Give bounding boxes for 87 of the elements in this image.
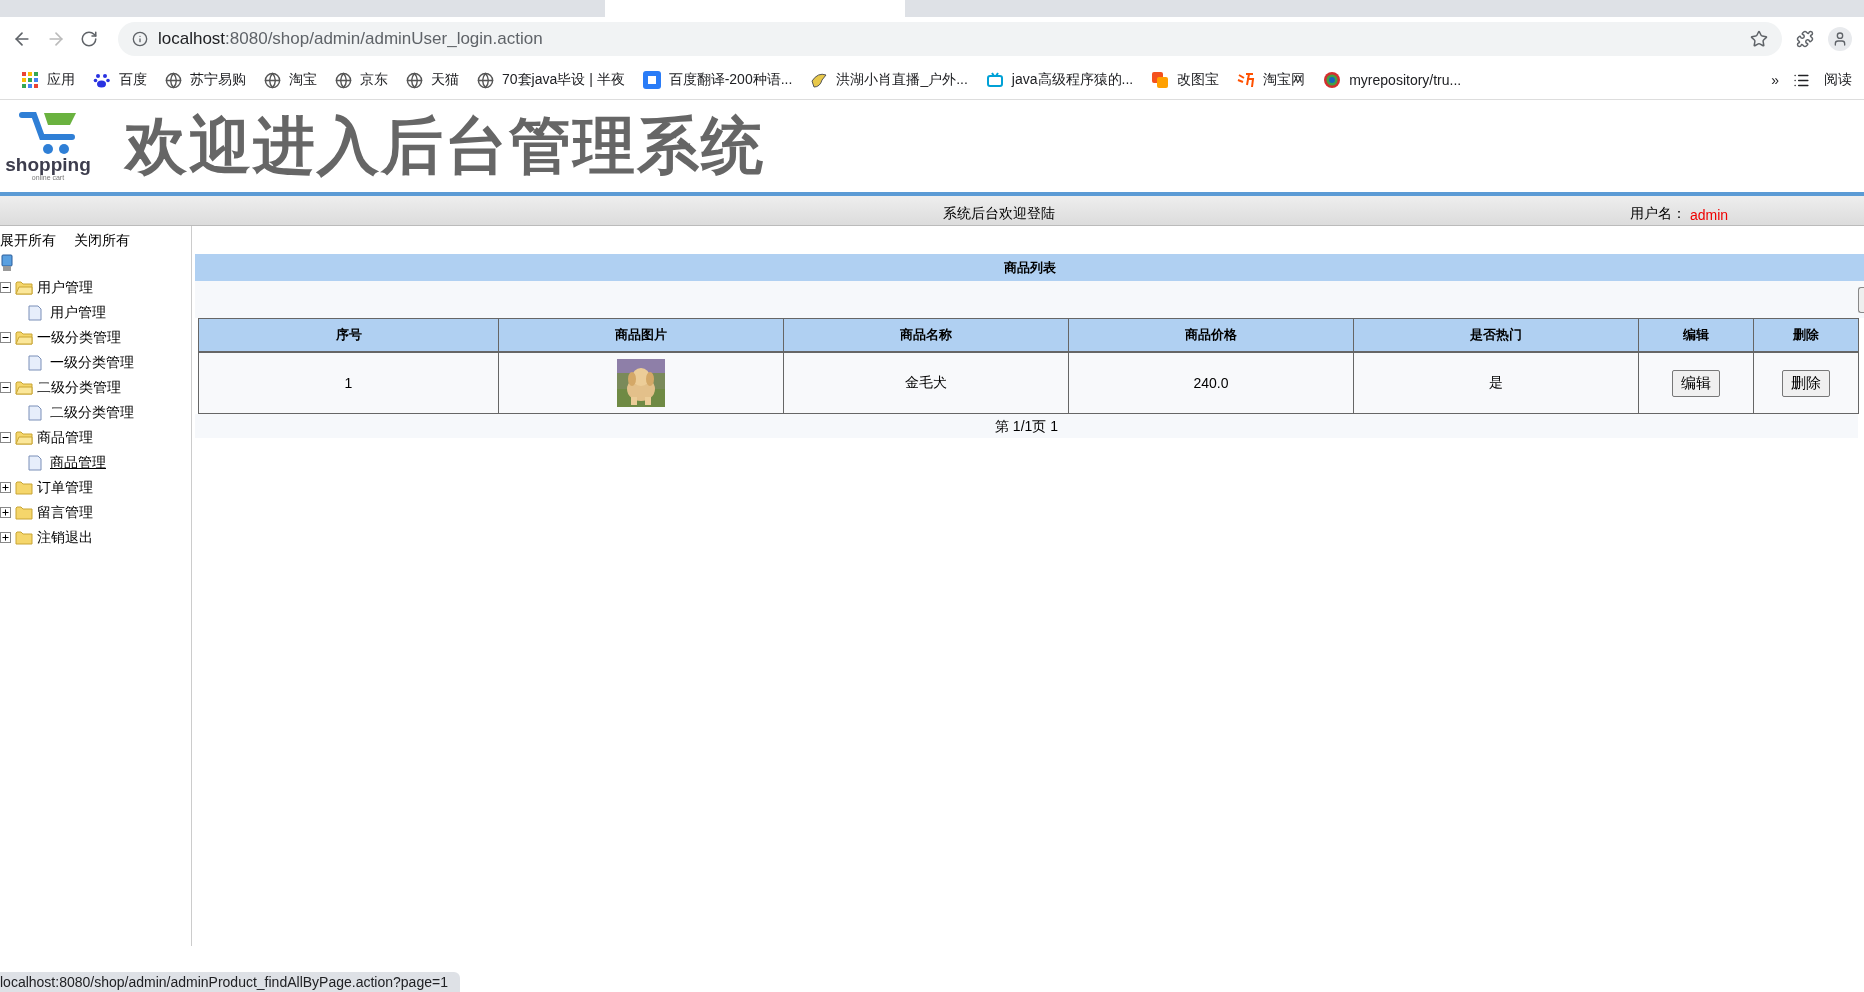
page-icon (28, 454, 42, 471)
collapse-icon[interactable] (0, 432, 11, 443)
bookmark-link[interactable]: 70套java毕设 | 半夜 (468, 71, 634, 89)
extensions-icon[interactable] (1796, 30, 1814, 48)
expand-icon[interactable] (0, 532, 11, 543)
tree-item[interactable]: 二级分类管理 (50, 403, 134, 422)
ring-icon (1323, 71, 1342, 89)
bookmark-link[interactable]: 苏宁易购 (156, 71, 255, 89)
reload-icon[interactable] (80, 30, 98, 48)
folder-icon (15, 505, 33, 520)
page-info: 第 1/1页 (994, 418, 1047, 434)
tree-folder[interactable]: 注销退出 (37, 528, 93, 547)
globe-icon (477, 71, 494, 89)
page-icon (28, 304, 42, 321)
open-folder-icon (15, 430, 33, 445)
tree-folder[interactable]: 留言管理 (37, 503, 93, 522)
edit-button[interactable]: 编辑 (1672, 369, 1720, 397)
expand-icon[interactable] (0, 482, 11, 493)
bookmark-link[interactable]: 洪湖小肖直播_户外... (801, 71, 977, 89)
bookmark-link[interactable]: 淘宝 (255, 71, 326, 89)
table-cell: 是 (1353, 352, 1639, 414)
status-url: localhost:8080/shop/admin/adminProduct_findAllByPage.action?page=1 (0, 972, 460, 992)
bookmark-link[interactable]: myrepository/tru... (1314, 71, 1471, 89)
table-cell: 240.0 (1068, 352, 1354, 414)
tree-item[interactable]: 商品管理 (50, 453, 106, 472)
bookmark-link[interactable]: 百度 (84, 71, 156, 89)
column-header: 商品价格 (1068, 318, 1354, 352)
folder-icon (15, 530, 33, 545)
more-bookmarks[interactable]: » (1771, 72, 1779, 88)
tree-item[interactable]: 一级分类管理 (50, 353, 134, 372)
cart-logo-icon (18, 111, 78, 155)
collapse-icon[interactable] (0, 282, 11, 293)
computer-icon (0, 253, 14, 272)
apps-grid-icon (21, 71, 39, 89)
column-header: 序号 (198, 318, 499, 352)
bookmark-link[interactable]: 天猫 (397, 71, 468, 89)
tree-folder[interactable]: 用户管理 (37, 278, 93, 297)
globe-icon (264, 71, 281, 89)
address-bar[interactable]: localhost:8080/shop/admin/adminUser_login.action (118, 22, 1782, 56)
list-title: 商品列表 (195, 254, 1864, 281)
delete-button[interactable]: 删除 (1782, 369, 1830, 397)
globe-icon (165, 71, 182, 89)
collapse-all-link[interactable]: 关闭所有 (74, 232, 130, 250)
expand-icon[interactable] (0, 507, 11, 518)
page-title: 欢迎进入后台管理系统 (125, 110, 765, 182)
bookmark-link[interactable]: 改图宝 (1142, 71, 1229, 89)
logo-wordmark: shopping (5, 155, 91, 174)
collapse-icon[interactable] (0, 382, 11, 393)
bookmark-star-icon[interactable] (1750, 30, 1768, 48)
folder-icon (15, 480, 33, 495)
table-cell: 金毛犬 (783, 352, 1069, 414)
profile-avatar[interactable] (1828, 27, 1852, 51)
collapse-icon[interactable] (0, 332, 11, 343)
tree-item[interactable]: 用户管理 (50, 303, 106, 322)
globe-icon (406, 71, 423, 89)
toolbar-button[interactable] (1858, 286, 1864, 313)
page-link[interactable]: 1 (1050, 418, 1058, 434)
page-icon (28, 354, 42, 371)
open-folder-icon (15, 380, 33, 395)
tree-folder[interactable]: 订单管理 (37, 478, 93, 497)
bookmark-link[interactable]: 京东 (326, 71, 397, 89)
tree-folder[interactable]: 一级分类管理 (37, 328, 121, 347)
expand-all-link[interactable]: 展开所有 (0, 232, 56, 250)
welcome-message: 系统后台欢迎登陆 (943, 205, 1055, 223)
username-label: 用户名： (1630, 205, 1686, 223)
open-folder-icon (15, 330, 33, 345)
bookmark-link[interactable]: 百度翻译-200种语... (633, 71, 802, 89)
squares-icon (1151, 71, 1170, 89)
bookmark-link[interactable]: 淘宝网 (1228, 71, 1315, 89)
tv-icon (985, 71, 1004, 89)
column-header: 商品名称 (783, 318, 1069, 352)
bookmark-link[interactable]: 应用 (12, 71, 84, 89)
tree-folder[interactable]: 商品管理 (37, 428, 93, 447)
table-cell: 1 (198, 352, 499, 414)
open-folder-icon (15, 280, 33, 295)
column-header: 编辑 (1638, 318, 1754, 352)
username: admin (1690, 207, 1729, 223)
reading-list-label[interactable]: 阅读 (1824, 71, 1852, 89)
globe-icon (335, 71, 352, 89)
tree-folder[interactable]: 二级分类管理 (37, 378, 121, 397)
paw-icon (93, 71, 111, 89)
column-header: 是否热门 (1353, 318, 1639, 352)
bookmark-link[interactable]: java高级程序猿的... (976, 71, 1143, 89)
column-header: 删除 (1753, 318, 1859, 352)
column-header: 商品图片 (498, 318, 784, 352)
info-icon (132, 31, 148, 47)
page-icon (28, 404, 42, 421)
